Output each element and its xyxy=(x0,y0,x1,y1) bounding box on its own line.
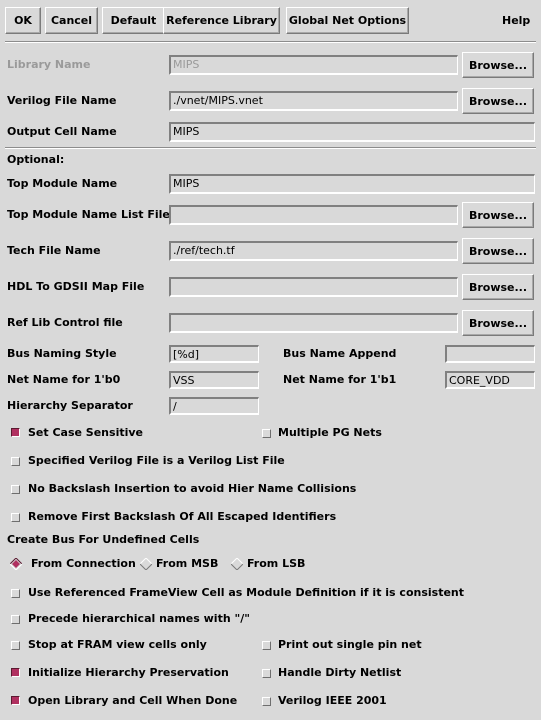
open-lib-cell-done-checkbox[interactable] xyxy=(11,696,20,705)
use-referenced-frameview-label[interactable]: Use Referenced FrameView Cell as Module … xyxy=(28,586,464,600)
ref-lib-control-file-browse-button[interactable]: Browse... xyxy=(462,310,534,336)
hierarchy-separator-field[interactable]: / xyxy=(169,397,259,415)
stop-at-fram-checkbox[interactable] xyxy=(11,641,20,650)
set-case-sensitive-label[interactable]: Set Case Sensitive xyxy=(28,426,143,440)
top-module-name-list-file-label: Top Module Name List File xyxy=(7,208,170,221)
verilog-list-file-checkbox[interactable] xyxy=(11,457,20,466)
verilog-list-file-label[interactable]: Specified Verilog File is a Verilog List… xyxy=(28,454,285,468)
open-lib-cell-done-label[interactable]: Open Library and Cell When Done xyxy=(28,694,237,708)
cancel-button[interactable]: Cancel xyxy=(45,7,98,34)
verilog-ieee-2001-checkbox[interactable] xyxy=(262,697,271,706)
from-connection-radio[interactable] xyxy=(10,558,22,570)
optional-heading: Optional: xyxy=(7,153,65,166)
library-name-field[interactable]: MIPS xyxy=(169,55,458,75)
library-name-label: Library Name xyxy=(7,58,91,71)
handle-dirty-netlist-checkbox[interactable] xyxy=(262,669,271,678)
top-module-name-list-file-field[interactable] xyxy=(169,205,458,225)
bus-name-append-label: Bus Name Append xyxy=(283,347,397,360)
verilog-file-name-label: Verilog File Name xyxy=(7,94,117,107)
output-cell-name-label: Output Cell Name xyxy=(7,125,117,138)
default-button[interactable]: Default xyxy=(102,7,165,34)
help-link[interactable]: Help xyxy=(502,14,530,28)
top-module-name-label: Top Module Name xyxy=(7,177,118,190)
tech-file-name-browse-button[interactable]: Browse... xyxy=(462,238,534,264)
hierarchy-separator-label: Hierarchy Separator xyxy=(7,399,133,412)
separator xyxy=(5,147,536,149)
init-hier-preservation-label[interactable]: Initialize Hierarchy Preservation xyxy=(28,666,229,680)
net-name-1b0-label: Net Name for 1'b0 xyxy=(7,373,121,386)
multiple-pg-nets-checkbox[interactable] xyxy=(262,429,271,438)
from-msb-radio[interactable] xyxy=(140,558,152,570)
print-single-pin-net-label[interactable]: Print out single pin net xyxy=(278,638,422,652)
output-cell-name-field[interactable]: MIPS xyxy=(169,122,535,142)
no-backslash-insertion-label[interactable]: No Backslash Insertion to avoid Hier Nam… xyxy=(28,482,356,496)
reference-library-button[interactable]: Reference Library xyxy=(163,7,280,34)
ref-lib-control-file-field[interactable] xyxy=(169,313,458,333)
net-name-1b0-field[interactable]: VSS xyxy=(169,371,259,389)
hdl-to-gdsii-map-file-label: HDL To GDSII Map File xyxy=(7,280,145,293)
from-connection-label[interactable]: From Connection xyxy=(31,557,136,571)
from-msb-label[interactable]: From MSB xyxy=(156,557,218,571)
print-single-pin-net-checkbox[interactable] xyxy=(262,641,271,650)
precede-hier-names-label[interactable]: Precede hierarchical names with "/" xyxy=(28,612,250,626)
top-module-name-field[interactable]: MIPS xyxy=(169,174,535,194)
create-bus-heading: Create Bus For Undefined Cells xyxy=(7,533,200,546)
use-referenced-frameview-checkbox[interactable] xyxy=(11,589,20,598)
bus-naming-style-label: Bus Naming Style xyxy=(7,347,117,360)
remove-first-backslash-label[interactable]: Remove First Backslash Of All Escaped Id… xyxy=(28,510,336,524)
stop-at-fram-label[interactable]: Stop at FRAM view cells only xyxy=(28,638,207,652)
verilog-file-name-field[interactable]: ./vnet/MIPS.vnet xyxy=(169,91,458,111)
from-lsb-radio[interactable] xyxy=(231,558,243,570)
remove-first-backslash-checkbox[interactable] xyxy=(11,513,20,522)
no-backslash-insertion-checkbox[interactable] xyxy=(11,485,20,494)
verilog-file-name-browse-button[interactable]: Browse... xyxy=(462,88,534,114)
from-lsb-label[interactable]: From LSB xyxy=(247,557,305,571)
multiple-pg-nets-label[interactable]: Multiple PG Nets xyxy=(278,426,382,440)
precede-hier-names-checkbox[interactable] xyxy=(11,615,20,624)
bus-naming-style-field[interactable]: [%d] xyxy=(169,345,259,363)
library-name-browse-button[interactable]: Browse... xyxy=(462,52,534,78)
global-net-options-button[interactable]: Global Net Options xyxy=(286,7,409,34)
tech-file-name-label: Tech File Name xyxy=(7,244,101,257)
ok-button[interactable]: OK xyxy=(5,7,41,34)
separator xyxy=(5,41,536,43)
hdl-to-gdsii-map-file-browse-button[interactable]: Browse... xyxy=(462,274,534,300)
init-hier-preservation-checkbox[interactable] xyxy=(11,668,20,677)
tech-file-name-field[interactable]: ./ref/tech.tf xyxy=(169,241,458,261)
handle-dirty-netlist-label[interactable]: Handle Dirty Netlist xyxy=(278,666,401,680)
net-name-1b1-field[interactable]: CORE_VDD xyxy=(445,371,535,389)
verilog-ieee-2001-label[interactable]: Verilog IEEE 2001 xyxy=(278,694,387,708)
bus-name-append-field[interactable] xyxy=(445,345,535,363)
top-module-name-list-file-browse-button[interactable]: Browse... xyxy=(462,202,534,228)
net-name-1b1-label: Net Name for 1'b1 xyxy=(283,373,397,386)
hdl-to-gdsii-map-file-field[interactable] xyxy=(169,277,458,297)
ref-lib-control-file-label: Ref Lib Control file xyxy=(7,316,123,329)
set-case-sensitive-checkbox[interactable] xyxy=(11,428,20,437)
